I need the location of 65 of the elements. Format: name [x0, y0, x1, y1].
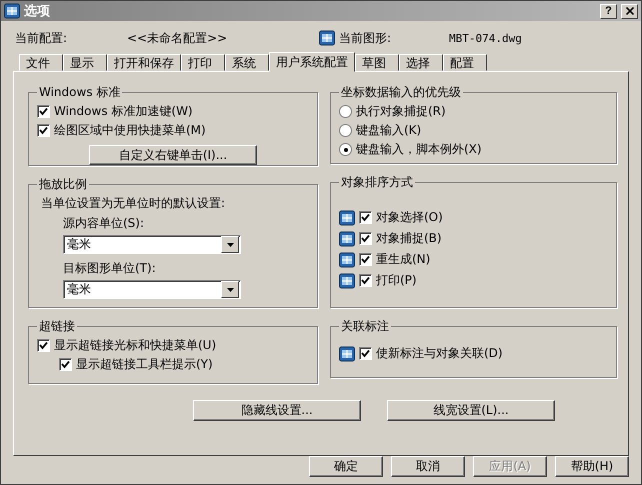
group-title: 对象排序方式: [340, 174, 414, 191]
description-text: 当单位设置为无单位时的默认设置:: [40, 195, 226, 212]
customize-button[interactable]: 自定义右键单击(I)...: [89, 145, 257, 165]
close-button[interactable]: [621, 4, 638, 18]
dimension-icon: [339, 346, 355, 362]
checkbox[interactable]: [37, 124, 50, 137]
sort-icon: [339, 272, 355, 288]
group-title: 关联标注: [340, 318, 390, 335]
sort-icon: [339, 210, 355, 226]
group-title: 超链接: [38, 318, 76, 335]
checkbox[interactable]: [359, 232, 372, 245]
app-icon: [4, 3, 20, 19]
window-title: 选项: [24, 3, 51, 20]
drawing-name: MBT-074.dwg: [449, 32, 522, 44]
field-label: 目标图形单位(T):: [63, 260, 157, 277]
checkbox[interactable]: [37, 105, 50, 118]
tab[interactable]: 打开和保存: [107, 54, 181, 71]
help-button[interactable]: ?: [600, 4, 617, 18]
tab[interactable]: 系统: [225, 54, 269, 71]
profile-label: 当前配置:: [15, 30, 68, 46]
drawing-icon: [319, 30, 335, 46]
option-label: 执行对象捕捉(R): [356, 103, 446, 120]
option-label: 显示超链接工具栏提示(Y): [76, 356, 213, 373]
tab[interactable]: 草图: [355, 54, 399, 71]
tab[interactable]: 选择: [399, 54, 443, 71]
checkbox[interactable]: [359, 253, 372, 266]
checkbox[interactable]: [359, 274, 372, 287]
radio-button[interactable]: [339, 105, 352, 118]
option-label: 绘图区域中使用快捷菜单(M): [54, 122, 206, 139]
close-icon: [626, 7, 634, 15]
option-label: 重生成(N): [376, 251, 430, 268]
radio-button[interactable]: [339, 124, 352, 137]
group-title: 拖放比例: [38, 176, 88, 193]
checkbox[interactable]: [359, 211, 372, 224]
dialog-button[interactable]: 取消: [391, 456, 465, 477]
tab[interactable]: 配置: [443, 54, 487, 71]
option-label: 打印(P): [376, 272, 417, 289]
dialog-button[interactable]: 帮助(H): [555, 456, 629, 477]
option-label: 使新标注与对象关联(D): [376, 345, 503, 362]
profile-name: <<未命名配置>>: [127, 30, 228, 46]
option-label: 显示超链接光标和快捷菜单(U): [54, 337, 216, 354]
checkbox[interactable]: [37, 339, 50, 352]
checkbox[interactable]: [359, 347, 372, 360]
dialog-button[interactable]: 确定: [309, 456, 383, 477]
tab[interactable]: 文件: [19, 54, 63, 71]
field-label: 源内容单位(S):: [63, 215, 146, 232]
option-label: Windows 标准加速键(W): [54, 103, 193, 120]
option-label: 对象选择(O): [376, 209, 443, 226]
unit-dropdown[interactable]: 毫米: [63, 280, 241, 299]
tab[interactable]: 显示: [63, 54, 107, 71]
radio-button[interactable]: [339, 143, 352, 156]
checkbox[interactable]: [59, 358, 72, 371]
tab[interactable]: 用户系统配置: [269, 52, 355, 72]
option-label: 键盘输入(K): [356, 122, 422, 139]
group-title: Windows 标准: [38, 84, 122, 101]
tab[interactable]: 打印: [181, 54, 225, 71]
settings-button[interactable]: 隐藏线设置...: [193, 400, 361, 421]
unit-dropdown[interactable]: 毫米: [63, 235, 241, 254]
drawing-label: 当前图形:: [339, 30, 392, 46]
group-title: 坐标数据输入的优先级: [340, 84, 462, 101]
settings-button[interactable]: 线宽设置(L)...: [387, 400, 555, 421]
sort-icon: [339, 230, 355, 246]
option-label: 键盘输入，脚本例外(X): [356, 141, 482, 158]
sort-icon: [339, 252, 355, 268]
option-label: 对象捕捉(B): [376, 230, 442, 247]
